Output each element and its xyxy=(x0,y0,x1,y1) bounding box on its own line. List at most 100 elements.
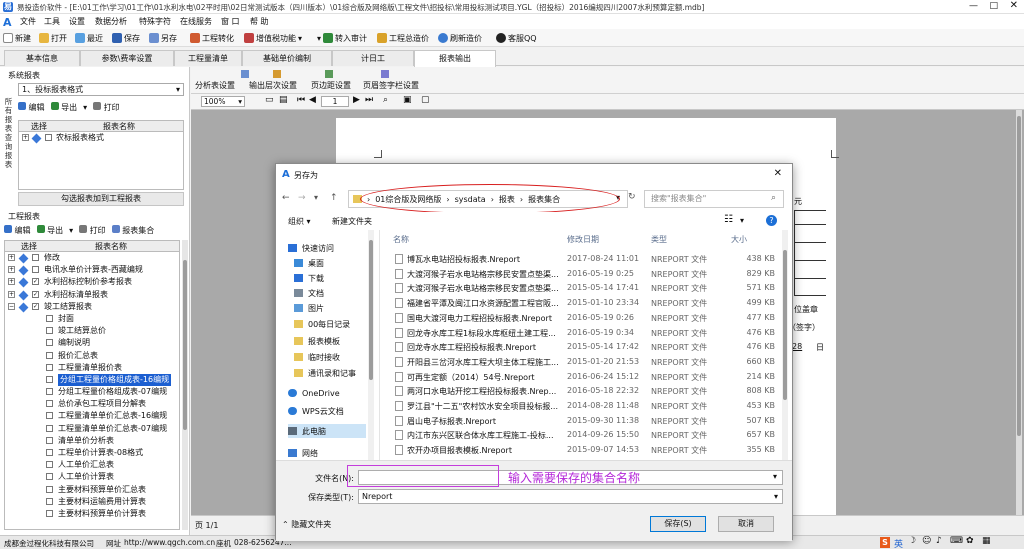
preview-scrollbar[interactable] xyxy=(1016,110,1022,515)
report-row[interactable]: 总价承包工程项目分解表 xyxy=(5,398,179,410)
prev-page-icon[interactable]: ◀ xyxy=(309,95,316,105)
nav-item[interactable]: 图片 xyxy=(294,301,324,315)
checkbox[interactable] xyxy=(46,351,53,359)
open-button[interactable]: 打开 xyxy=(39,31,67,45)
file-scrollbar[interactable] xyxy=(782,230,788,460)
menu-special-chars[interactable]: 特殊字符 xyxy=(139,16,171,27)
refresh-cost-button[interactable]: 刷新造价 xyxy=(438,31,482,45)
recent-locations-icon[interactable]: ▾ xyxy=(314,193,318,202)
report-row[interactable]: 封面 xyxy=(5,313,179,325)
nav-item[interactable]: 通讯录和记事 xyxy=(294,366,356,380)
close-icon[interactable]: ✕ xyxy=(1010,0,1018,11)
column-type[interactable]: 类型 xyxy=(651,234,667,245)
sys-edit-button[interactable]: 编辑 xyxy=(18,102,45,113)
expand-icon[interactable]: + xyxy=(8,254,15,261)
sys-print-button[interactable]: 打印 xyxy=(93,102,120,113)
first-page-icon[interactable]: ⏮ xyxy=(297,95,305,105)
recent-button[interactable]: 最近 xyxy=(75,31,103,45)
report-row[interactable]: + ✓ 水利招标控制价参考报表 xyxy=(5,276,179,288)
nav-scrollbar[interactable] xyxy=(368,230,374,460)
export-page-icon[interactable]: ▣ xyxy=(403,95,412,105)
nav-item[interactable]: 临时接收 xyxy=(294,350,340,364)
app-menu-icon[interactable]: A xyxy=(3,16,13,29)
view-options-icon[interactable]: ☷ xyxy=(724,214,733,225)
menu-data-analysis[interactable]: 数据分析 xyxy=(95,16,127,27)
checkbox[interactable] xyxy=(46,327,53,335)
side-tab-query-reports[interactable]: 查询报表 xyxy=(3,133,14,169)
menu-grid-icon[interactable]: ▦ xyxy=(982,536,991,546)
save-dialog-button[interactable]: 保存(S) xyxy=(650,516,706,532)
expand-icon[interactable]: − xyxy=(8,302,15,310)
checkbox[interactable] xyxy=(46,509,53,517)
report-row[interactable]: 主要材料预算单价汇总表 xyxy=(5,484,179,496)
checkbox[interactable] xyxy=(46,339,53,347)
column-size[interactable]: 大小 xyxy=(731,234,747,245)
checkbox[interactable]: ✓ xyxy=(32,278,39,286)
mic-icon[interactable]: ♪ xyxy=(936,536,942,546)
tab-base-price[interactable]: 基础单价编制 xyxy=(242,50,332,66)
file-row[interactable]: 福建省平潭及闽江口水资源配置工程官阪... 2015-01-10 23:34 NRE… xyxy=(381,296,781,310)
nav-item[interactable]: 下载 xyxy=(294,271,324,285)
file-row[interactable]: 博瓦水电站招投标报表.Nreport 2017-08-24 11:01 NREPOR… xyxy=(381,252,781,266)
report-row[interactable]: 人工单价计算表 xyxy=(5,471,179,483)
column-date[interactable]: 修改日期 xyxy=(567,234,599,245)
header-sign-settings-button[interactable]: 页眉签字栏设置 xyxy=(363,80,419,91)
side-tab-all-reports[interactable]: 所有报表 xyxy=(3,97,14,133)
report-row[interactable]: 清单单价分析表 xyxy=(5,435,179,447)
import-audit-button[interactable]: ▾ 转入审计 xyxy=(317,31,367,45)
close-preview-icon[interactable]: ▢ xyxy=(421,95,430,105)
zoom-select[interactable]: 100% ▾ xyxy=(201,96,245,107)
refresh-icon[interactable]: ↻ xyxy=(628,192,636,202)
analysis-settings-button[interactable]: 分析表设置 xyxy=(195,80,235,91)
save-button[interactable]: 保存 xyxy=(112,31,140,45)
menu-settings[interactable]: 设置 xyxy=(69,16,85,27)
last-page-icon[interactable]: ⏭ xyxy=(365,95,373,105)
file-row[interactable]: 农开办项目报表模板.Nreport 2015-09-07 14:53 NREPORT… xyxy=(381,443,781,457)
checkbox[interactable] xyxy=(46,412,53,420)
hide-folders-toggle[interactable]: ⌃ 隐藏文件夹 xyxy=(282,519,331,530)
moon-icon[interactable]: ☽ xyxy=(908,536,916,546)
checkbox[interactable] xyxy=(46,400,53,408)
next-page-icon[interactable]: ▶ xyxy=(353,95,360,105)
chevron-down-icon[interactable]: ▾ xyxy=(740,216,744,225)
cancel-button[interactable]: 取消 xyxy=(718,516,774,532)
new-button[interactable]: 新建 xyxy=(3,31,31,45)
nav-item[interactable]: 报表模板 xyxy=(294,334,340,348)
checkbox[interactable] xyxy=(46,473,53,481)
checkbox[interactable] xyxy=(46,375,53,383)
checkbox[interactable] xyxy=(46,424,53,432)
project-convert-button[interactable]: 工程转化 xyxy=(190,31,234,45)
tab-bill-quantities[interactable]: 工程量清单 xyxy=(174,50,242,66)
website-link[interactable]: http://www.qgch.com.cn xyxy=(124,538,215,547)
nav-item[interactable]: 此电脑 xyxy=(288,424,366,438)
report-row[interactable]: − ✓ 竣工结算报表 xyxy=(5,301,179,313)
file-row[interactable]: 国电大渡河电力工程招投标报表.Nreport 2016-05-19 0:26 NRE… xyxy=(381,311,781,325)
magnifier-icon[interactable]: ⌕ xyxy=(383,95,388,105)
organize-button[interactable]: 组织 ▾ xyxy=(288,216,311,227)
checkbox[interactable] xyxy=(46,449,53,456)
save-as-button[interactable]: 另存 xyxy=(149,31,177,45)
file-row[interactable]: 罗江县"十二五"农村饮水安全项目投标报... 2014-08-28 11:48 NR… xyxy=(381,399,781,413)
tab-daywork[interactable]: 计日工 xyxy=(332,50,414,66)
checkbox[interactable] xyxy=(46,485,53,493)
checkbox[interactable] xyxy=(46,388,53,396)
report-format-select[interactable]: 1、投标报表格式 ▾ xyxy=(18,83,184,96)
chevron-down-icon[interactable]: ▾ xyxy=(773,472,777,481)
checkbox[interactable]: ✓ xyxy=(32,290,39,298)
file-row[interactable]: 内江市东兴区联合体水库工程施工-投标... 2014-09-26 15:50 NRE… xyxy=(381,428,781,442)
menu-online-service[interactable]: 在线服务 xyxy=(180,16,212,27)
close-icon[interactable]: ✕ xyxy=(774,168,782,179)
minimize-icon[interactable]: — xyxy=(969,1,978,11)
nav-item[interactable]: 快速访问 xyxy=(288,241,334,255)
report-row[interactable]: + 电讯水单价计算表-西藏编规 xyxy=(5,264,179,276)
menu-tools[interactable]: 工具 xyxy=(44,16,60,27)
support-qq-button[interactable]: 客服QQ xyxy=(496,31,537,45)
checkbox[interactable] xyxy=(45,134,52,141)
page-setup-icon[interactable]: ▤ xyxy=(279,95,288,105)
total-cost-button[interactable]: 工程总造价 xyxy=(377,31,429,45)
proj-edit-button[interactable]: 编辑 xyxy=(4,225,31,236)
nav-item[interactable]: WPS云文档 xyxy=(288,404,344,418)
print-icon[interactable]: ▭ xyxy=(265,95,274,105)
scrollbar-thumb[interactable] xyxy=(783,250,787,400)
file-row[interactable]: 两河口水电站开挖工程招投标报表.Nrep... 2016-05-18 22:32 N… xyxy=(381,384,781,398)
